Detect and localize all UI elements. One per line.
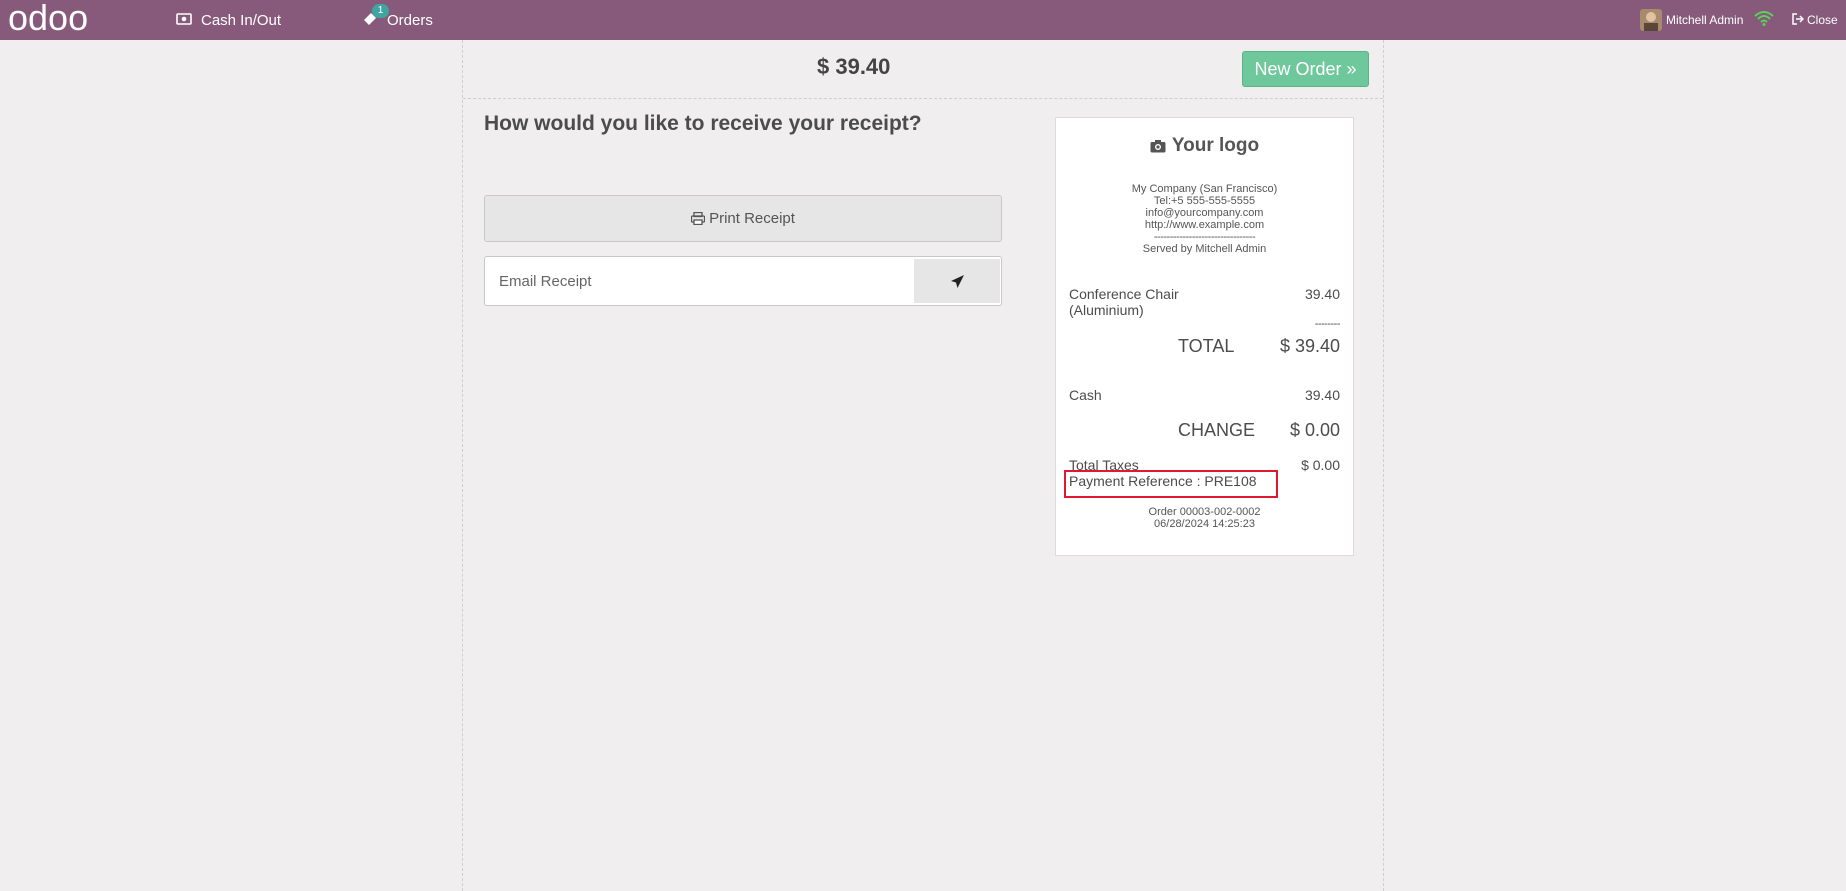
close-label: Close [1807,13,1838,27]
payment-amount: 39.40 [1304,387,1340,403]
order-line-product: Conference Chair (Aluminium) [1069,286,1179,318]
cash-in-out-button[interactable]: Cash In/Out [176,8,281,32]
camera-icon [1150,139,1166,153]
change-label: CHANGE [1178,420,1256,440]
company-name: My Company (San Francisco) [1131,183,1278,195]
served-by: Served by Mitchell Admin [1142,243,1267,255]
odoo-logo: odoo [8,2,88,36]
receipt-logo: Your logo [1056,135,1353,157]
receipt-question: How would you like to receive your recei… [484,112,922,135]
order-total: $ 39.40 [817,54,891,79]
print-receipt-label: Print Receipt [709,210,795,227]
company-phone: Tel:+5 555-555-5555 [1153,195,1256,207]
payment-method: Cash [1069,387,1102,403]
payment-reference-highlight [1064,470,1278,498]
send-email-button[interactable] [914,259,1000,303]
orders-label: Orders [387,11,433,29]
money-icon [176,12,192,29]
print-icon [691,212,706,225]
receipt-footer: Order 00003-002-0002 06/28/2024 14:25:23 [1056,506,1353,530]
company-email: info@yourcompany.com [1145,207,1264,219]
close-button[interactable]: Close [1792,8,1838,32]
ticket-icon: 1 [362,4,389,29]
orders-count-badge: 1 [372,4,389,18]
cash-in-out-label: Cash In/Out [201,11,282,29]
wifi-icon [1754,11,1774,26]
user-menu[interactable]: Mitchell Admin [1640,8,1743,32]
receipt-top-row: $ 39.40 New Order » [463,40,1383,99]
orders-button[interactable]: 1 Orders [362,4,433,32]
change-value: $ 0.00 [1289,420,1340,440]
company-website: http://www.example.com [1144,219,1265,231]
total-value: $ 39.40 [1279,336,1340,356]
sign-out-icon [1792,12,1805,28]
user-name: Mitchell Admin [1666,13,1744,27]
order-line-price: 39.40 [1304,286,1340,302]
avatar [1640,9,1662,31]
new-order-button[interactable]: New Order » [1242,51,1369,87]
print-receipt-button[interactable]: Print Receipt [484,195,1002,242]
paper-plane-icon [950,274,965,289]
receipt-screen: $ 39.40 New Order » How would you like t… [462,40,1384,891]
header-separator: -------------------------------- [1153,231,1256,243]
receipt-header: My Company (San Francisco) Tel:+5 555-55… [1056,183,1353,255]
email-receipt-group [484,256,1002,306]
brand-text: odoo [8,2,88,36]
total-label: TOTAL [1178,336,1235,356]
logo-text: Your logo [1171,135,1260,156]
top-bar: odoo Cash In/Out 1 Orders Mitchell Admin… [0,0,1846,40]
total-taxes-value: $ 0.00 [1301,457,1340,473]
line-separator: -------- [1314,318,1341,330]
order-date: 06/28/2024 14:25:23 [1154,518,1255,530]
email-receipt-input[interactable] [485,257,905,305]
order-number: Order 00003-002-0002 [1148,506,1261,518]
